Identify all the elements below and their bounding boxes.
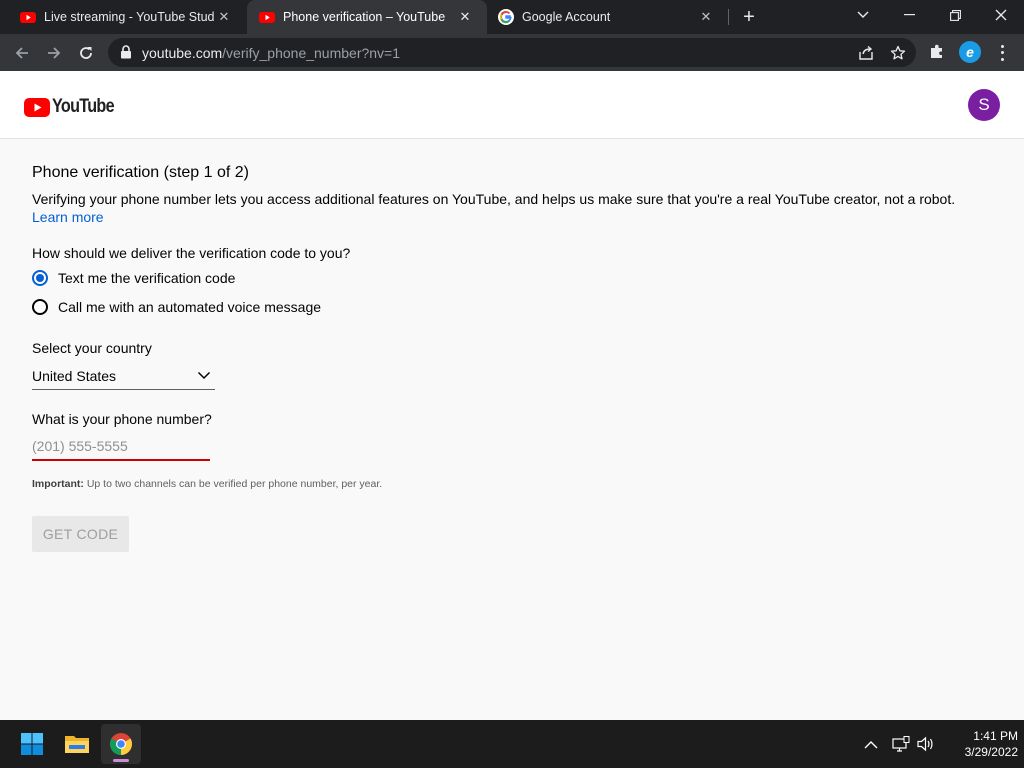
delivery-question: How should we deliver the verification c…	[32, 245, 351, 261]
country-label: Select your country	[32, 340, 152, 356]
page-description: Verifying your phone number lets you acc…	[32, 191, 956, 207]
close-icon[interactable]: ✕	[214, 7, 234, 27]
browser-toolbar: youtube.com/verify_phone_number?nv=1 e	[0, 34, 1024, 71]
url-text[interactable]: youtube.com/verify_phone_number?nv=1	[142, 45, 400, 61]
page-title: Phone verification (step 1 of 2)	[32, 164, 250, 181]
youtube-icon	[259, 12, 275, 23]
option-label: Call me with an automated voice message	[58, 299, 322, 315]
tab-live-streaming[interactable]: Live streaming - YouTube Studio ✕	[0, 0, 246, 34]
country-value: United States	[32, 368, 117, 384]
note-text: Up to two channels can be verified per p…	[83, 478, 383, 490]
tab-title: Google Account	[522, 10, 611, 24]
network-icon[interactable]	[892, 720, 910, 768]
volume-icon[interactable]	[917, 720, 935, 768]
country-select[interactable]: United States	[32, 365, 215, 390]
url-host: youtube.com	[142, 45, 223, 61]
clock-time: 1:41 PM	[973, 729, 1018, 743]
tab-title: Phone verification – YouTube	[283, 10, 446, 24]
tray-overflow-chevron-icon[interactable]	[864, 720, 878, 768]
option-voice-call[interactable]: Call me with an automated voice message	[32, 299, 321, 315]
tab-google-account[interactable]: Google Account ✕	[488, 0, 728, 34]
taskbar-clock[interactable]: 1:41 PM 3/29/2022	[940, 728, 1018, 760]
extensions-puzzle-icon[interactable]	[929, 43, 946, 60]
active-app-indicator	[113, 759, 129, 762]
bookmark-star-icon[interactable]	[890, 45, 906, 61]
tab-phone-verification[interactable]: Phone verification – YouTube ✕	[247, 0, 487, 34]
option-text-message[interactable]: Text me the verification code	[32, 270, 235, 286]
lock-icon[interactable]	[120, 45, 132, 59]
minimize-icon[interactable]	[886, 0, 932, 30]
reload-icon[interactable]	[72, 39, 100, 67]
option-label: Text me the verification code	[58, 270, 236, 286]
tab-divider	[728, 9, 729, 25]
window-close-icon[interactable]	[978, 0, 1024, 30]
google-icon	[498, 9, 514, 25]
youtube-header: YouTube S	[0, 71, 1024, 139]
note-bold: Important:	[32, 478, 84, 490]
phone-label: What is your phone number?	[32, 411, 212, 427]
browser-profile-avatar[interactable]: e	[959, 41, 981, 63]
tab-search-chevron-icon[interactable]	[840, 0, 886, 30]
chrome-taskbar-icon[interactable]	[101, 724, 141, 764]
important-note: Important: Up to two channels can be ver…	[32, 478, 382, 490]
address-bar[interactable]: youtube.com/verify_phone_number?nv=1	[108, 38, 916, 67]
radio-button-selected[interactable]	[32, 270, 48, 286]
browser-tab-strip: Live streaming - YouTube Studio ✕ Phone …	[0, 0, 1024, 34]
get-code-button[interactable]: GET CODE	[32, 516, 129, 552]
url-path: /verify_phone_number?nv=1	[222, 45, 401, 61]
radio-button[interactable]	[32, 299, 48, 315]
phone-number-input[interactable]	[32, 438, 210, 454]
clock-date: 3/29/2022	[964, 745, 1018, 759]
forward-arrow-icon[interactable]	[40, 39, 68, 67]
tab-title: Live streaming - YouTube Studio	[44, 10, 214, 24]
file-explorer-icon[interactable]	[57, 724, 97, 764]
youtube-wordmark: YouTube	[52, 96, 115, 117]
new-tab-plus-icon[interactable]: +	[737, 5, 761, 29]
youtube-logo[interactable]: YouTube	[24, 96, 125, 118]
youtube-logo-icon	[24, 97, 50, 117]
restore-icon[interactable]	[932, 0, 978, 30]
back-arrow-icon[interactable]	[8, 39, 36, 67]
windows-taskbar: 1:41 PM 3/29/2022	[0, 720, 1024, 768]
browser-menu-icon[interactable]	[994, 43, 1010, 63]
youtube-icon	[20, 12, 36, 23]
chevron-down-icon	[197, 371, 211, 380]
learn-more-link[interactable]: Learn more	[32, 209, 104, 225]
close-icon[interactable]: ✕	[696, 7, 716, 27]
account-avatar[interactable]: S	[968, 89, 1000, 121]
phone-number-field[interactable]	[32, 436, 210, 461]
windows-start-icon[interactable]	[12, 724, 52, 764]
share-icon[interactable]	[858, 45, 874, 61]
close-icon[interactable]: ✕	[455, 7, 475, 27]
